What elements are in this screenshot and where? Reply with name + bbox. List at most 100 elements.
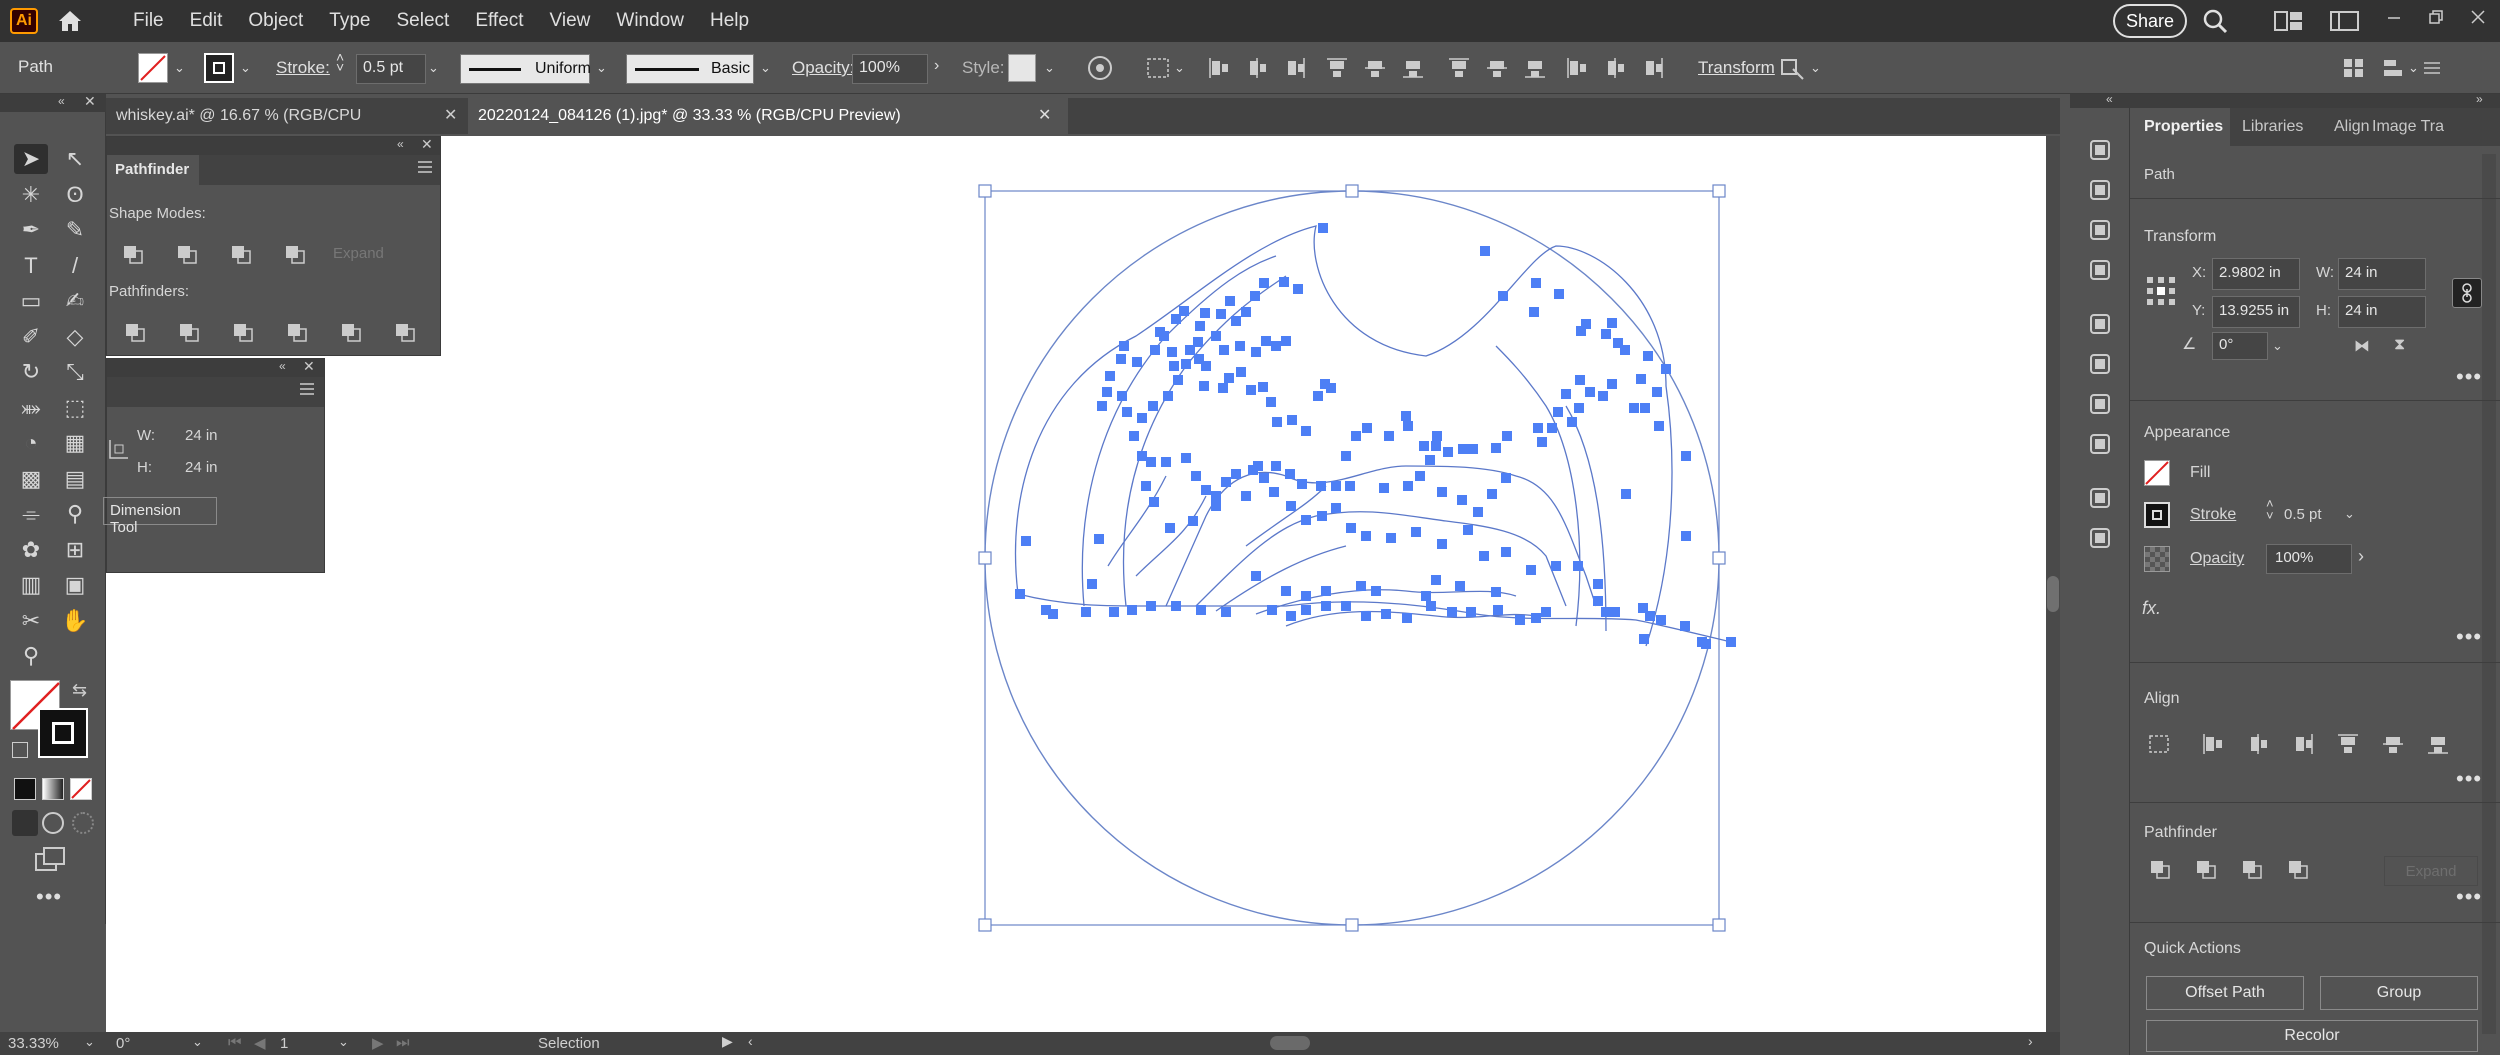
panel-menu-icon[interactable] <box>299 382 315 401</box>
stroke-swatch[interactable] <box>204 53 234 83</box>
width-tool-icon[interactable]: ⤘ <box>14 393 48 423</box>
horizontal-scroll-thumb[interactable] <box>1270 1036 1310 1050</box>
align-bottom-icon[interactable] <box>2423 730 2453 758</box>
transform-options-icon[interactable] <box>1778 54 1806 82</box>
offset-path-button[interactable]: Offset Path <box>2146 976 2304 1010</box>
width-value[interactable]: 24 in <box>185 427 218 444</box>
vertical-scrollbar[interactable] <box>2046 136 2060 1032</box>
swap-fill-stroke-icon[interactable]: ⇆ <box>72 680 87 701</box>
expand-button[interactable]: Expand <box>2384 856 2478 886</box>
menu-help[interactable]: Help <box>697 0 762 42</box>
more-appearance-options-icon[interactable]: ••• <box>2456 624 2482 650</box>
menu-effect[interactable]: Effect <box>462 0 536 42</box>
selection-tool-icon[interactable]: ➤ <box>14 144 48 174</box>
panel-menu-icon[interactable] <box>417 160 433 179</box>
arrange-icon[interactable] <box>2340 54 2368 82</box>
none-mode-icon[interactable] <box>70 778 92 800</box>
stroke-swatch[interactable] <box>2144 502 2170 528</box>
minus-back-icon[interactable] <box>391 319 421 347</box>
menu-file[interactable]: File <box>120 0 177 42</box>
constrain-proportions-icon[interactable] <box>2452 278 2482 308</box>
close-icon[interactable]: ✕ <box>84 93 96 110</box>
stroke-dropdown-icon[interactable]: ⌄ <box>240 60 251 76</box>
close-icon[interactable]: ✕ <box>421 136 433 153</box>
align-bottom-icon[interactable] <box>1398 54 1428 82</box>
screen-mode-icon[interactable] <box>34 846 68 874</box>
distribute-top-icon[interactable] <box>1444 54 1474 82</box>
flip-vertical-icon[interactable]: ⧗ <box>2394 336 2405 354</box>
flip-horizontal-icon[interactable]: ⧓ <box>2354 336 2370 356</box>
home-icon[interactable] <box>54 6 86 36</box>
variable-width-profile[interactable]: Uniform <box>460 54 591 84</box>
dimension-tool-button[interactable]: Dimension Tool <box>103 497 217 536</box>
height-field[interactable]: 24 in <box>2338 296 2426 328</box>
status-menu-icon[interactable]: ▶ <box>722 1033 733 1050</box>
add-effect-button[interactable]: fx. <box>2142 598 2161 619</box>
symbols-panel-icon[interactable] <box>2084 254 2116 286</box>
zoom-level[interactable]: 33.33% <box>8 1035 59 1052</box>
stroke-weight-dropdown-icon[interactable]: ⌄ <box>428 60 439 76</box>
brush-definition[interactable]: Basic <box>626 54 754 84</box>
gradient-panel-icon[interactable] <box>2084 348 2116 380</box>
align-to-dropdown-icon[interactable]: ⌄ <box>1174 60 1185 76</box>
brushes-panel-icon[interactable] <box>2084 214 2116 246</box>
stroke-color-box[interactable] <box>38 708 88 758</box>
distribute-icon[interactable] <box>2380 54 2408 82</box>
next-artboard-icon[interactable]: ▶ <box>372 1034 384 1052</box>
draw-behind-icon[interactable] <box>42 812 64 834</box>
opacity-arrow-icon[interactable]: › <box>934 57 939 75</box>
draw-normal-icon[interactable] <box>12 810 38 836</box>
gradient-mode-icon[interactable] <box>42 778 64 800</box>
reference-point-icon[interactable] <box>109 439 129 464</box>
rotate-view-value[interactable]: 0° <box>116 1035 130 1052</box>
menu-type[interactable]: Type <box>316 0 383 42</box>
zoom-tool-icon[interactable]: ⚲ <box>14 641 48 671</box>
exclude-icon[interactable] <box>281 241 311 269</box>
pen-tool-icon[interactable]: ✒ <box>14 215 48 245</box>
opacity-label[interactable]: Opacity: <box>792 58 854 78</box>
stroke-label[interactable]: Stroke: <box>276 58 330 78</box>
recolor-artwork-icon[interactable] <box>1086 54 1114 82</box>
edit-toolbar-icon[interactable]: ••• <box>36 884 62 910</box>
search-icon[interactable] <box>2197 6 2233 36</box>
close-tab-icon[interactable]: ✕ <box>1038 98 1051 134</box>
more-pathfinder-options-icon[interactable]: ••• <box>2456 884 2482 910</box>
exclude-icon[interactable] <box>2284 856 2314 884</box>
color-mode-icon[interactable] <box>14 778 36 800</box>
paintbrush-tool-icon[interactable]: ✍ <box>58 286 92 316</box>
prev-artboard-icon[interactable]: ◀ <box>254 1034 266 1052</box>
height-value[interactable]: 24 in <box>185 459 218 476</box>
slice-tool-icon[interactable]: ✂ <box>14 606 48 636</box>
align-h-center-icon[interactable] <box>1242 54 1272 82</box>
panel-scrollbar[interactable] <box>2482 154 2496 1034</box>
distribute-bottom-icon[interactable] <box>1520 54 1550 82</box>
rectangle-tool-icon[interactable]: ▭ <box>14 286 48 316</box>
divide-icon[interactable] <box>121 319 151 347</box>
draw-inside-icon[interactable] <box>72 812 94 834</box>
stroke-weight-field[interactable]: 0.5 pt <box>356 54 426 84</box>
line-segment-tool-icon[interactable]: / <box>58 251 92 281</box>
stroke-stepper-icon[interactable]: ˄ ˅ <box>336 50 344 74</box>
scroll-right-icon[interactable]: › <box>2028 1033 2033 1049</box>
distribute-v-center-icon[interactable] <box>1482 54 1512 82</box>
share-button[interactable]: Share <box>2113 4 2187 38</box>
intersect-icon[interactable] <box>227 241 257 269</box>
opacity-field[interactable]: 100% <box>852 54 928 84</box>
scale-tool-icon[interactable]: ⤡ <box>58 357 92 387</box>
appearance-panel-icon[interactable] <box>2084 428 2116 460</box>
stroke-dropdown-icon[interactable]: ⌄ <box>2344 506 2355 522</box>
eyedropper-tool-icon[interactable]: ⌯ <box>14 499 48 529</box>
recolor-button[interactable]: Recolor <box>2146 1020 2478 1052</box>
align-right-icon[interactable] <box>2288 730 2318 758</box>
reference-point-icon[interactable] <box>2146 276 2176 311</box>
magic-wand-tool-icon[interactable]: ✳ <box>14 180 48 210</box>
close-tab-icon[interactable]: ✕ <box>444 105 457 125</box>
minus-front-icon[interactable] <box>173 241 203 269</box>
collapse-icon[interactable]: » <box>2476 92 2483 106</box>
distribute-right-icon[interactable] <box>1638 54 1668 82</box>
tab-pathfinder[interactable]: Pathfinder <box>107 155 199 185</box>
artboard-number[interactable]: 1 <box>280 1035 288 1052</box>
more-transform-options-icon[interactable]: ••• <box>2456 364 2482 390</box>
align-to-icon[interactable] <box>2146 730 2180 758</box>
restore-icon[interactable] <box>2420 4 2452 30</box>
